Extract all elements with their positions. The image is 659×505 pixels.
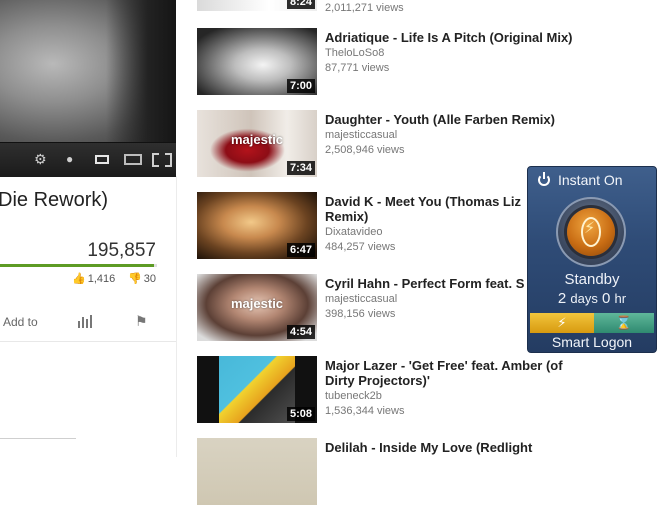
gadget-header[interactable]: Instant On [538, 172, 623, 188]
duration-badge: 8:24 [286, 0, 315, 9]
power-dial[interactable] [556, 197, 626, 267]
thumbs-down-icon: 👎 [128, 273, 142, 285]
power-core [567, 208, 615, 256]
video-thumbnail[interactable]: majestic 7:34 [197, 110, 317, 177]
video-views: 2,508,946 views [325, 144, 405, 156]
time-hours-unit: hr [614, 291, 627, 306]
like-ratio-fill [0, 264, 154, 267]
video-channel[interactable]: TheloLoSo8 [325, 47, 384, 59]
duration-badge: 6:47 [286, 243, 315, 257]
player-controls: ⚙ ● [0, 142, 176, 177]
video-title: Die Rework) [0, 189, 109, 211]
smart-logon-label[interactable]: Smart Logon [528, 334, 656, 350]
time-days-unit: days [570, 291, 598, 306]
video-channel[interactable]: tubeneck2b [325, 390, 382, 402]
video-player[interactable] [0, 0, 176, 142]
like-count: 1,416 [87, 273, 116, 285]
video-channel[interactable]: majesticcasual [325, 293, 397, 305]
video-title-link[interactable]: Major Lazer - 'Get Free' feat. Amber (of… [325, 358, 585, 388]
video-channel[interactable]: majesticcasual [325, 129, 397, 141]
add-to-button[interactable]: Add to [3, 315, 38, 329]
video-channel[interactable]: Dixatavideo [325, 226, 382, 238]
standby-status: Standby [564, 271, 620, 288]
video-views: 2,011,271 views [325, 2, 404, 14]
duration-badge: 5:08 [286, 407, 315, 421]
column-divider [176, 176, 177, 457]
power-mode-button[interactable]: ⚡ [530, 313, 594, 333]
video-thumbnail[interactable]: 5:08 [197, 356, 317, 423]
flag-icon[interactable]: ⚑ [135, 313, 148, 330]
timer-mode-button[interactable]: ⌛ [594, 313, 654, 333]
small-player-button[interactable] [95, 155, 109, 164]
video-thumbnail[interactable]: 7:00 [197, 28, 317, 95]
video-thumbnail[interactable]: 8:24 [197, 0, 317, 11]
video-title-link[interactable]: David K - Meet You (Thomas Liz Remix) [325, 194, 525, 224]
standby-time: 2 days 0 hr [528, 290, 656, 307]
video-views: 1,536,344 views [325, 405, 405, 417]
video-thumbnail[interactable]: majestic 4:54 [197, 274, 317, 341]
fullscreen-button[interactable] [152, 153, 172, 167]
video-frame[interactable] [0, 0, 176, 142]
duration-badge: 7:00 [286, 79, 315, 93]
video-thumbnail[interactable]: 6:47 [197, 192, 317, 259]
duration-badge: 4:54 [286, 325, 315, 339]
gadget-title: Instant On [558, 172, 623, 188]
dislike-button[interactable]: 👎 30 [128, 272, 156, 285]
video-title-link[interactable]: Delilah - Inside My Love (Redlight [325, 440, 655, 455]
like-ratio-bar [0, 264, 157, 267]
lightning-icon: ⚡ [557, 315, 567, 330]
video-views: 398,156 views [325, 308, 396, 320]
video-title-link[interactable]: Adriatique - Life Is A Pitch (Original M… [325, 30, 655, 45]
video-title-link[interactable]: Cyril Hahn - Perfect Form feat. S [325, 276, 527, 291]
thumbs-up-icon: 👍 [72, 273, 86, 285]
video-thumbnail[interactable] [197, 438, 317, 505]
like-button[interactable]: 👍 1,416 [72, 272, 115, 285]
gear-icon[interactable]: ⚙ [34, 151, 47, 167]
video-title-link[interactable]: Daughter - Youth (Alle Farben Remix) [325, 112, 655, 127]
duration-badge: 7:34 [286, 161, 315, 175]
channel-watermark: majestic [231, 296, 284, 311]
channel-watermark: majestic [231, 132, 284, 147]
divider [0, 438, 76, 439]
album-art [219, 356, 295, 423]
time-days-value: 2 [557, 290, 567, 307]
clock-icon[interactable]: ● [66, 151, 73, 167]
divider [0, 341, 176, 342]
power-icon [538, 172, 550, 186]
hourglass-icon: ⌛ [615, 315, 633, 330]
dislike-count: 30 [143, 273, 156, 285]
instant-on-gadget: Instant On Standby 2 days 0 hr ⚡ ⌛ Smart… [527, 166, 657, 353]
stats-icon[interactable] [78, 315, 94, 328]
video-views: 87,771 views [325, 62, 390, 74]
lightning-icon [581, 217, 601, 247]
large-player-button[interactable] [124, 154, 142, 165]
video-views: 484,257 views [325, 241, 396, 253]
time-hours-value: 0 [602, 290, 611, 307]
view-count: 195,857 [87, 240, 156, 261]
